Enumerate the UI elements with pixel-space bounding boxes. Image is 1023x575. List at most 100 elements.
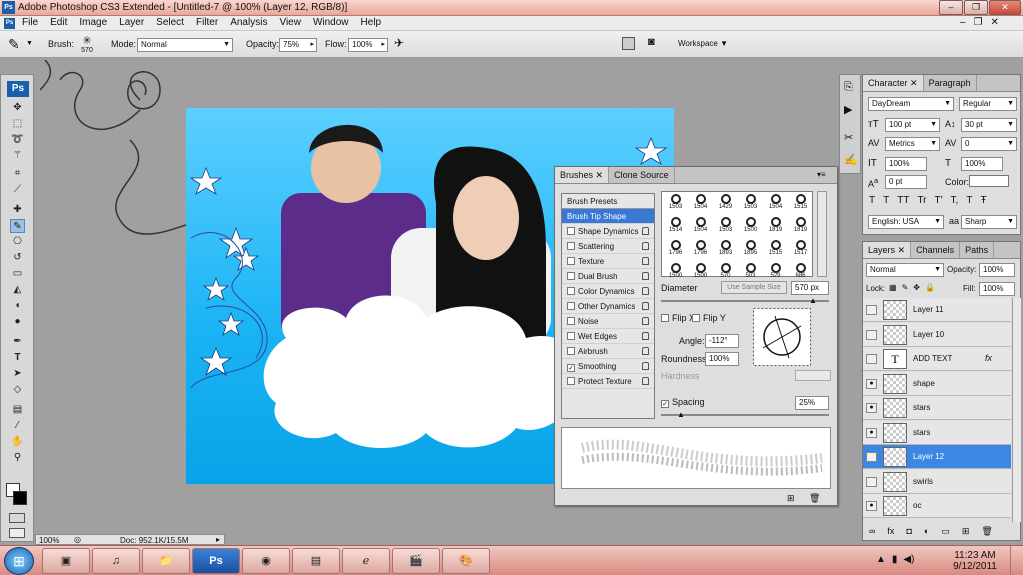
opacity-input[interactable]: 75% ▸ — [279, 38, 317, 52]
eraser-tool-icon[interactable]: ▭ — [10, 267, 25, 281]
bridge-icon[interactable]: ◙ — [648, 36, 655, 48]
brush-tip[interactable]: 1503 — [714, 217, 737, 238]
tab-clone-source[interactable]: Clone Source — [609, 167, 675, 183]
new-brush-icon[interactable]: ⊞ — [787, 493, 795, 504]
workspace-menu[interactable]: Workspace ▼ — [678, 39, 728, 48]
tools-preset-icon[interactable]: ✂ — [844, 131, 853, 144]
language-select[interactable]: English: USA ▼ — [868, 215, 944, 229]
healing-brush-tool-icon[interactable]: ✚ — [10, 203, 25, 217]
layer-row[interactable]: swirls — [863, 469, 1011, 494]
doc-minimize-icon[interactable]: – — [960, 17, 966, 28]
visibility-eye-icon[interactable]: ● — [866, 378, 877, 389]
menu-view[interactable]: View — [279, 17, 301, 28]
show-hidden-icons-icon[interactable]: ▲ — [876, 554, 886, 565]
option-checkbox[interactable] — [567, 302, 575, 310]
brush-tip[interactable]: 1504 — [764, 194, 787, 215]
menu-window[interactable]: Window — [313, 17, 349, 28]
tool-preset-arrow-icon[interactable]: ▼ — [26, 40, 33, 47]
tab-channels[interactable]: Channels — [911, 242, 961, 258]
eyedropper-tool-icon[interactable]: ⁄ — [10, 419, 25, 433]
layer-style-icon[interactable]: fx — [887, 526, 894, 537]
angle-roundness-preview[interactable] — [753, 308, 811, 366]
brushes-dock-icon[interactable]: ✍ — [844, 153, 858, 166]
option-checkbox[interactable] — [567, 317, 575, 325]
font-style-button[interactable]: T — [966, 195, 972, 206]
brush-tip[interactable]: 1796 — [664, 240, 687, 261]
tip-grid-scrollbar[interactable] — [817, 191, 827, 277]
diameter-input[interactable]: 570 px — [791, 281, 829, 295]
tab-paths[interactable]: Paths — [960, 242, 995, 258]
status-menu-arrow-icon[interactable]: ▸ — [216, 535, 220, 544]
itunes-icon[interactable]: ♫ — [92, 548, 140, 574]
visibility-eye-icon[interactable]: ● — [866, 403, 877, 413]
brush-tip[interactable]: 1500 — [689, 263, 712, 284]
brush-option-item[interactable]: ✓ Smoothing — [562, 359, 654, 374]
doc-close-icon[interactable]: ✕ — [991, 17, 999, 28]
font-family-select[interactable]: DayDream ▼ — [868, 97, 954, 111]
option-checkbox[interactable] — [567, 257, 575, 265]
layer-row[interactable]: ● Layer 12 — [863, 445, 1011, 469]
shape-tool-icon[interactable]: ◇ — [10, 383, 25, 397]
layer-mask-icon[interactable]: ◘ — [906, 526, 911, 537]
brush-tip[interactable]: 1429 — [714, 194, 737, 215]
brush-option-item[interactable]: Airbrush — [562, 344, 654, 359]
angle-input[interactable]: -112° — [705, 334, 739, 348]
brush-option-item[interactable]: Scattering — [562, 239, 654, 254]
blend-mode-select[interactable]: Normal ▼ — [866, 263, 944, 277]
layer-effects-icon[interactable]: fx — [985, 353, 992, 363]
brush-tip[interactable]: 1895 — [739, 240, 762, 261]
lock-position-icon[interactable]: ✥ — [913, 283, 920, 292]
font-style-button[interactable]: Ŧ — [980, 195, 986, 206]
lock-icon[interactable] — [642, 317, 649, 325]
layer-opacity-input[interactable]: 100% — [979, 263, 1015, 277]
dodge-tool-icon[interactable]: ● — [10, 315, 25, 329]
pen-tool-icon[interactable]: ✒ — [10, 335, 25, 349]
layer-row[interactable]: ● oc — [863, 494, 1011, 518]
minimize-button[interactable]: – — [939, 0, 963, 15]
option-checkbox[interactable] — [567, 242, 575, 250]
lock-icon[interactable] — [642, 362, 649, 370]
volume-icon[interactable]: ◀) — [903, 554, 914, 565]
move-tool-icon[interactable]: ✥ — [10, 101, 25, 115]
type-tool-icon[interactable]: T — [10, 351, 25, 365]
brush-option-item[interactable]: Color Dynamics — [562, 284, 654, 299]
clone-stamp-tool-icon[interactable]: ⎔ — [10, 235, 25, 249]
brush-tip[interactable]: 1500 — [739, 217, 762, 238]
mode-select[interactable]: Normal ▼ — [137, 38, 233, 52]
brush-option-item[interactable]: Texture — [562, 254, 654, 269]
trash-icon[interactable]: 🗑 — [981, 526, 992, 537]
maximize-button[interactable]: ❐ — [964, 0, 988, 15]
flip-y-checkbox[interactable]: Flip Y — [692, 313, 726, 323]
menu-image[interactable]: Image — [79, 17, 107, 28]
lock-pixels-icon[interactable]: ✎ — [902, 283, 909, 292]
layer-row[interactable]: Layer 10 — [863, 322, 1011, 347]
lock-all-icon[interactable]: 🔒 — [925, 283, 935, 292]
brush-tip[interactable]: 1514 — [664, 217, 687, 238]
brush-tip[interactable]: 1515 — [789, 194, 812, 215]
slice-tool-icon[interactable]: ⟋ — [10, 183, 25, 197]
font-style-button[interactable]: T' — [935, 195, 943, 206]
option-checkbox[interactable]: ✓ — [567, 364, 575, 372]
layer-list-scrollbar[interactable] — [1012, 298, 1021, 522]
brush-tip[interactable]: 1819 — [764, 217, 787, 238]
menu-analysis[interactable]: Analysis — [230, 17, 267, 28]
flow-input[interactable]: 100% ▸ — [348, 38, 388, 52]
visibility-eye-icon[interactable] — [866, 476, 877, 487]
brush-tip[interactable]: 1503 — [739, 194, 762, 215]
windows-explorer-icon[interactable]: ▣ — [42, 548, 90, 574]
spacing-slider[interactable] — [661, 414, 829, 416]
brush-tip[interactable]: 1819 — [789, 217, 812, 238]
spacing-input[interactable]: 25% — [795, 396, 829, 410]
menu-file[interactable]: File — [22, 17, 38, 28]
slider-thumb-icon[interactable]: ▲ — [677, 410, 685, 419]
history-brush-tool-icon[interactable]: ↺ — [10, 251, 25, 265]
network-icon[interactable]: ▮ — [892, 554, 898, 565]
roundness-input[interactable]: 100% — [705, 352, 739, 366]
visibility-eye-icon[interactable] — [866, 305, 877, 315]
brush-tip[interactable]: 1893 — [714, 240, 737, 261]
lock-icon[interactable] — [642, 302, 649, 310]
horizontal-scale-input[interactable]: 100% — [961, 157, 1003, 171]
brush-option-item[interactable]: Noise — [562, 314, 654, 329]
new-layer-icon[interactable]: ⊞ — [962, 526, 970, 537]
brush-picker[interactable]: ✳ 570 — [76, 34, 98, 56]
